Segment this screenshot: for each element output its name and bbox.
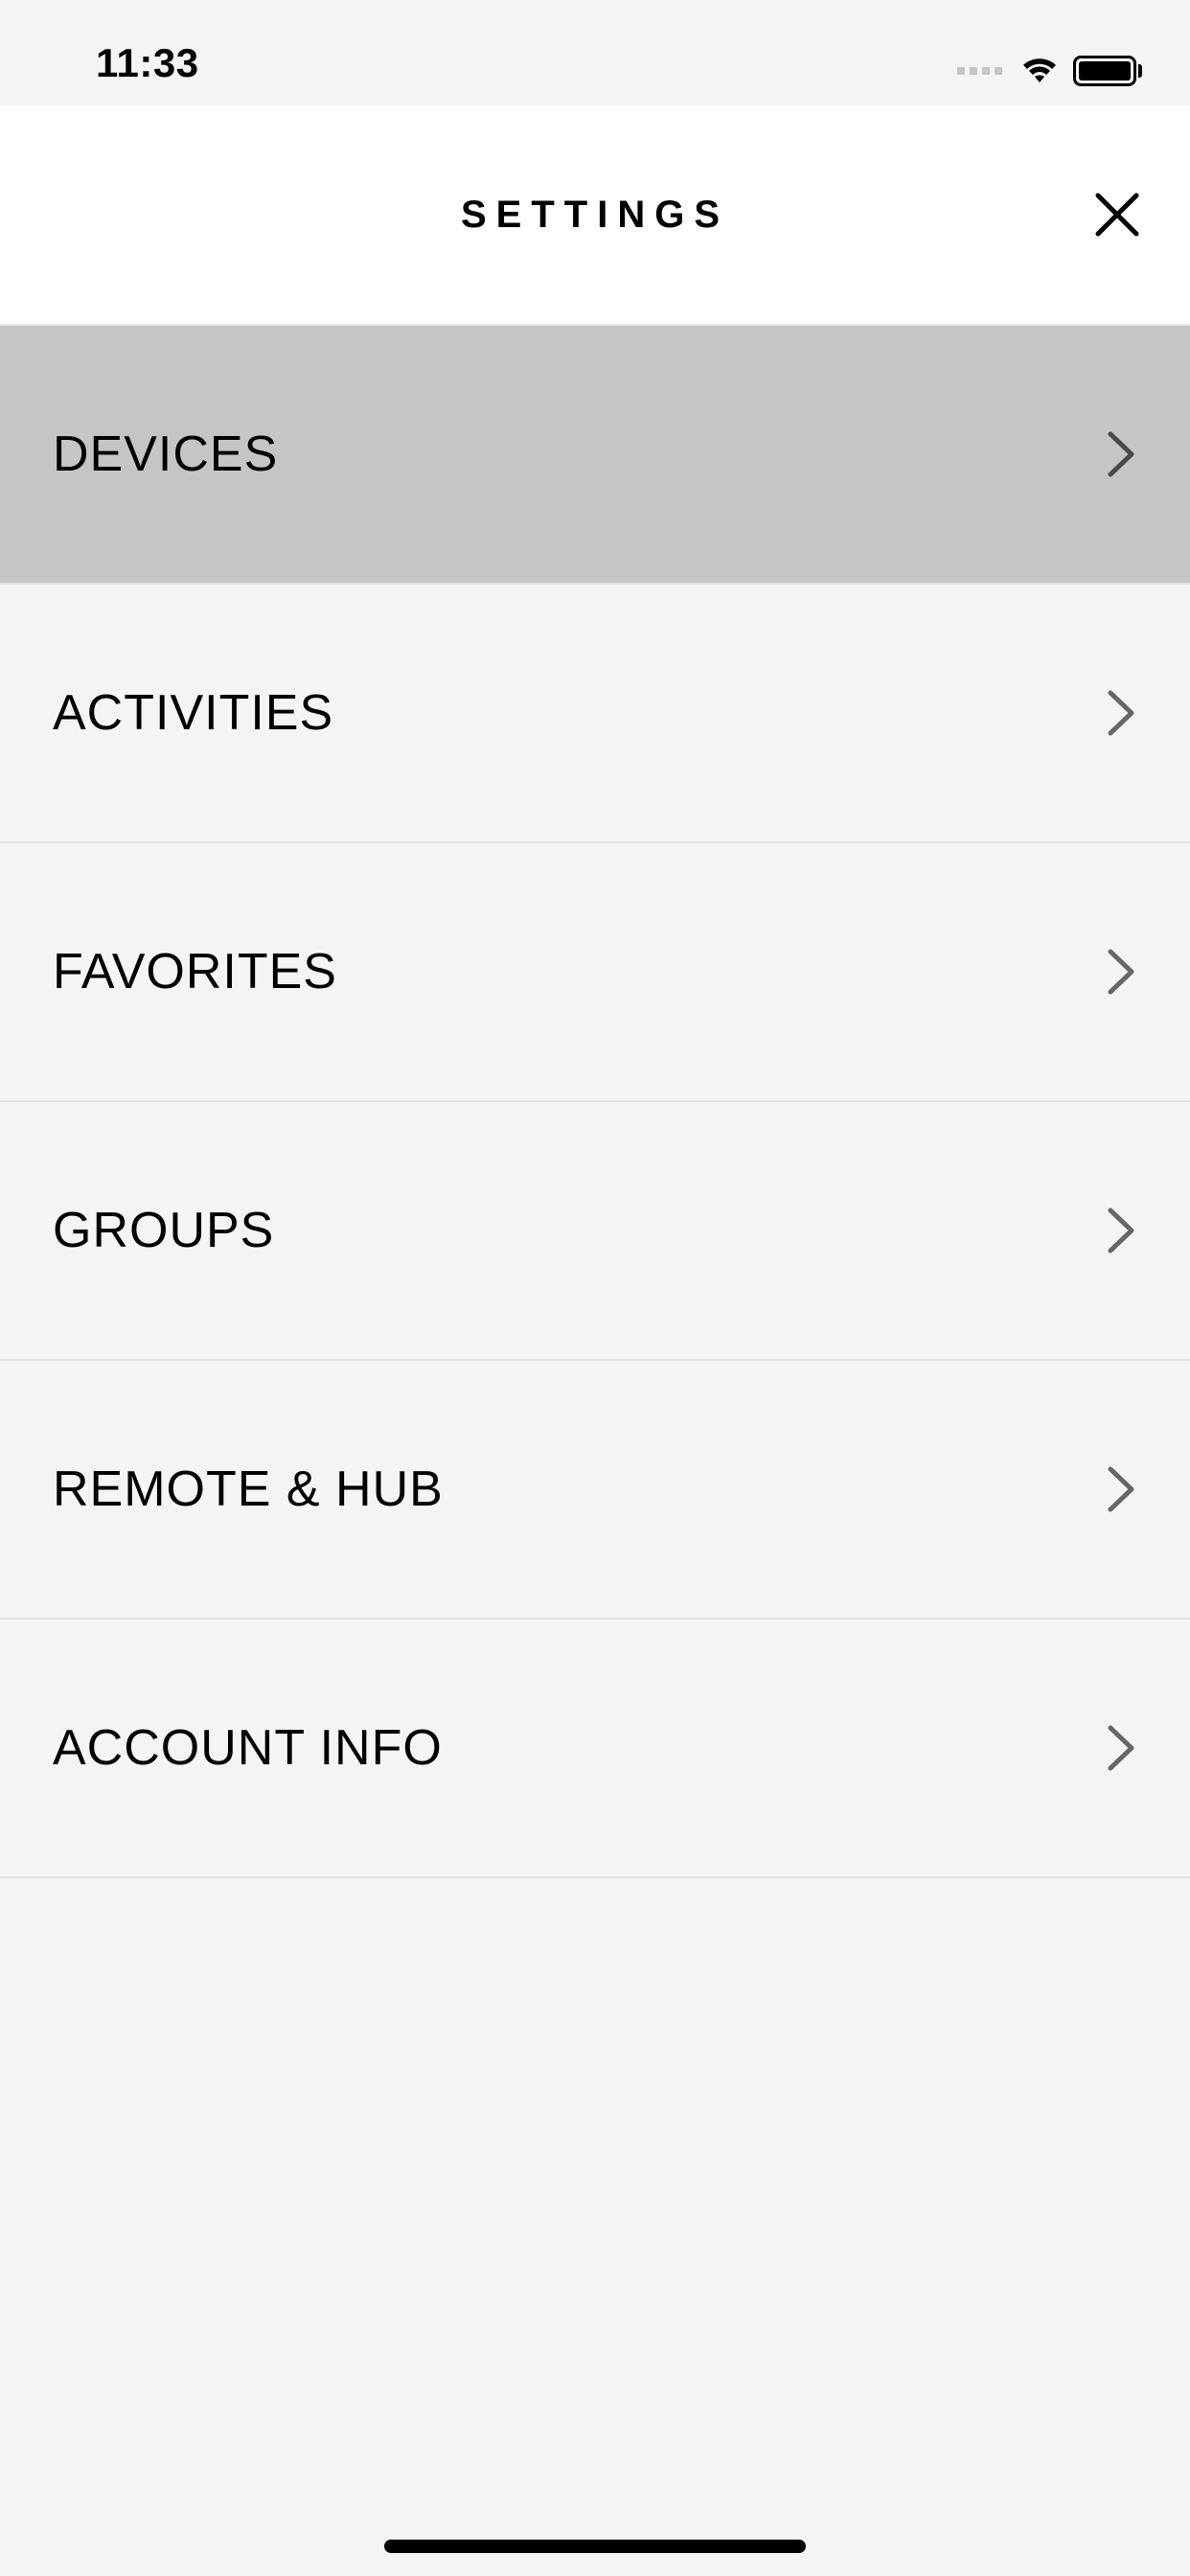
menu-item-label: ACTIVITIES <box>53 684 333 742</box>
chevron-right-icon <box>1105 946 1137 998</box>
menu-item-remote-hub[interactable]: REMOTE & HUB <box>0 1361 1190 1620</box>
chevron-right-icon <box>1105 1205 1137 1256</box>
chevron-right-icon <box>1105 1722 1137 1774</box>
menu-item-favorites[interactable]: FAVORITES <box>0 843 1190 1102</box>
chevron-right-icon <box>1105 428 1137 480</box>
wifi-icon <box>1019 56 1060 86</box>
menu-item-label: FAVORITES <box>53 943 337 1000</box>
status-time: 11:33 <box>96 40 199 86</box>
menu-item-label: DEVICES <box>53 426 278 483</box>
status-icons <box>957 56 1142 86</box>
cellular-signal-icon <box>957 67 1002 75</box>
menu-item-label: REMOTE & HUB <box>53 1460 444 1518</box>
menu-item-label: GROUPS <box>53 1202 274 1259</box>
menu-item-label: ACCOUNT INFO <box>53 1719 443 1777</box>
settings-menu: DEVICES ACTIVITIES FAVORITES GROUPS REMO… <box>0 326 1190 1878</box>
home-indicator[interactable] <box>384 2540 806 2553</box>
menu-item-devices[interactable]: DEVICES <box>0 326 1190 585</box>
menu-item-account-info[interactable]: ACCOUNT INFO <box>0 1620 1190 1878</box>
close-button[interactable] <box>1092 190 1142 240</box>
page-title: SETTINGS <box>461 194 729 237</box>
header: SETTINGS <box>0 105 1190 326</box>
battery-icon <box>1073 56 1142 86</box>
chevron-right-icon <box>1105 687 1137 739</box>
menu-item-groups[interactable]: GROUPS <box>0 1102 1190 1361</box>
chevron-right-icon <box>1105 1463 1137 1515</box>
status-bar: 11:33 <box>0 0 1190 105</box>
menu-item-activities[interactable]: ACTIVITIES <box>0 585 1190 843</box>
close-icon <box>1092 190 1142 240</box>
